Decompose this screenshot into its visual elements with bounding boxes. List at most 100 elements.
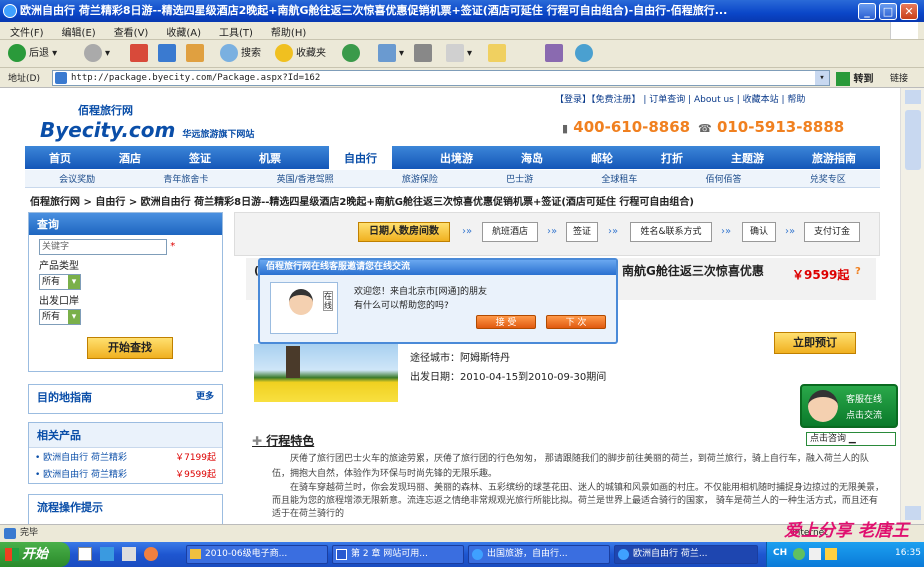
- list-item[interactable]: • 欧洲自由行 荷兰精彩 ￥9599起: [29, 465, 222, 482]
- menu-view[interactable]: 查看(V): [104, 22, 157, 39]
- next-time-button[interactable]: 下 次: [546, 315, 606, 329]
- menu-favorites[interactable]: 收藏(A): [156, 22, 209, 39]
- consult-link[interactable]: 点击咨询 ▁: [806, 432, 896, 446]
- nav-islands[interactable]: 海岛: [521, 150, 543, 166]
- quicklaunch-icon[interactable]: [144, 547, 158, 561]
- print-button[interactable]: [414, 44, 435, 64]
- nav-flights[interactable]: 机票: [259, 150, 281, 166]
- more-link[interactable]: 更多: [196, 389, 214, 402]
- subnav-item[interactable]: 兑奖专区: [810, 172, 846, 185]
- chat-header: 佰程旅行网在线客服邀请您在线交流: [260, 260, 616, 275]
- step-confirm[interactable]: 确认: [742, 222, 776, 242]
- port-select[interactable]: 所有 ▾: [39, 309, 81, 325]
- tray-icon[interactable]: [809, 548, 821, 560]
- subnav-item[interactable]: 全球租车: [601, 172, 637, 185]
- scroll-thumb[interactable]: [905, 110, 921, 170]
- product-price: ￥9599起: [792, 268, 850, 282]
- nav-cruise[interactable]: 邮轮: [591, 150, 613, 166]
- maximize-button[interactable]: □: [879, 3, 897, 20]
- minimize-button[interactable]: _: [858, 3, 876, 20]
- ime-indicator[interactable]: CH: [773, 548, 787, 558]
- nav-hotel[interactable]: 酒店: [119, 150, 141, 166]
- quicklaunch-icon[interactable]: [100, 547, 114, 561]
- port-label: 出发口岸: [39, 296, 79, 307]
- home-icon: [186, 44, 204, 62]
- ie-icon: [618, 549, 629, 560]
- scroll-up-icon[interactable]: [905, 90, 921, 104]
- forward-arrow-icon: [84, 44, 102, 62]
- subnav-item[interactable]: 巴士游: [506, 172, 533, 185]
- taskbar-item-browser[interactable]: 出国旅游，自由行...: [468, 545, 610, 564]
- word-icon: [336, 549, 347, 560]
- tray-icon[interactable]: [793, 548, 805, 560]
- system-tray: CH 16:35: [766, 542, 924, 567]
- messenger-button[interactable]: [575, 44, 596, 64]
- stop-button[interactable]: [130, 44, 151, 64]
- subnav-item[interactable]: 青年旅舍卡: [163, 172, 208, 185]
- nav-outbound[interactable]: 出境游: [440, 150, 473, 166]
- menu-edit[interactable]: 编辑(E): [52, 22, 104, 39]
- subnav-item[interactable]: 英国/香港驾照: [277, 172, 334, 185]
- taskbar-item-active-browser[interactable]: 欧洲自由行 荷兰...: [614, 545, 758, 564]
- online-service-widget[interactable]: 客服在线 点击交流: [800, 384, 898, 428]
- nav-discounts[interactable]: 打折: [661, 150, 683, 166]
- list-item[interactable]: • 欧洲自由行 荷兰精彩 ￥7199起: [29, 448, 222, 465]
- scroll-down-icon[interactable]: [905, 506, 921, 520]
- menu-file[interactable]: 文件(F): [0, 22, 52, 39]
- nav-guide[interactable]: 旅游指南: [812, 150, 856, 166]
- page-scrollbar[interactable]: [900, 88, 924, 524]
- keyword-input[interactable]: 关键字: [39, 239, 167, 255]
- nav-theme[interactable]: 主题游: [731, 150, 764, 166]
- required-mark: *: [170, 241, 176, 252]
- related-products-panel: 相关产品 • 欧洲自由行 荷兰精彩 ￥7199起 • 欧洲自由行 荷兰精彩 ￥959…: [28, 422, 223, 484]
- step-date-people-rooms[interactable]: 日期人数房间数: [358, 222, 450, 242]
- start-button[interactable]: 开始: [0, 542, 70, 567]
- nav-home[interactable]: 首页: [49, 150, 71, 166]
- edit-button[interactable]: ▾: [446, 44, 472, 64]
- refresh-button[interactable]: [158, 44, 179, 64]
- url-input[interactable]: http://package.byecity.com/Package.aspx?…: [52, 70, 830, 86]
- start-search-button[interactable]: 开始查找: [87, 337, 173, 359]
- phone-number-1: ▮ 400-610-8868: [562, 118, 691, 136]
- windows-logo-icon: [890, 22, 918, 39]
- menu-help[interactable]: 帮助(H): [261, 22, 314, 39]
- step-contact-info[interactable]: 姓名&联系方式: [630, 222, 712, 242]
- nav-visa[interactable]: 签证: [189, 150, 211, 166]
- subnav-item[interactable]: 会议奖励: [59, 172, 95, 185]
- home-button[interactable]: [186, 44, 207, 64]
- close-button[interactable]: ✕: [900, 3, 918, 20]
- step-pay-deposit[interactable]: 支付订金: [804, 222, 860, 242]
- step-flight-hotel[interactable]: 航班酒店: [482, 222, 538, 242]
- menu-tools[interactable]: 工具(T): [209, 22, 261, 39]
- destination-guide-panel: 目的地指南 更多: [28, 384, 223, 414]
- accept-chat-button[interactable]: 接 受: [476, 315, 536, 329]
- subnav-item[interactable]: 佰何佰答: [706, 172, 742, 185]
- type-select[interactable]: 所有 ▾: [39, 274, 81, 290]
- subnav-item[interactable]: 旅游保险: [402, 172, 438, 185]
- search-button[interactable]: 搜索: [220, 44, 261, 64]
- tray-icon[interactable]: [825, 548, 837, 560]
- url-dropdown-icon[interactable]: ▾: [815, 71, 829, 85]
- back-button[interactable]: 后退 ▾: [8, 44, 57, 64]
- top-links[interactable]: 【登录】【免费注册】 | 订单查询 | About us | 收藏本站 | 帮助: [555, 92, 805, 105]
- discuss-button[interactable]: [488, 44, 509, 64]
- price-help-icon[interactable]: ?: [855, 266, 861, 277]
- quicklaunch-icon[interactable]: [122, 547, 136, 561]
- quicklaunch-icon[interactable]: [78, 547, 92, 561]
- go-button[interactable]: 转到: [836, 70, 873, 86]
- step-visa[interactable]: 签证: [566, 222, 598, 242]
- chat-greeting: 欢迎您！来自北京市[网通]的朋友: [354, 287, 488, 297]
- address-label: 地址(D): [8, 74, 40, 84]
- nav-independent-travel[interactable]: 自由行: [329, 145, 392, 170]
- site-logo[interactable]: 佰程旅行网 Byecity.com 华远旅游旗下网站: [40, 102, 254, 142]
- favorites-button[interactable]: 收藏夹: [275, 44, 326, 64]
- research-button[interactable]: [545, 44, 566, 64]
- taskbar-item-folder[interactable]: 2010-06级电子商...: [186, 545, 328, 564]
- history-button[interactable]: [342, 44, 363, 64]
- mail-button[interactable]: ▾: [378, 44, 404, 64]
- window-title-bar: 欧洲自由行 荷兰精彩8日游--精选四星级酒店2晚起+南航G舱往返三次惊喜优惠促销…: [0, 0, 924, 22]
- book-now-button[interactable]: 立即预订: [774, 332, 856, 354]
- links-button[interactable]: 链接: [890, 71, 908, 84]
- taskbar-item-word[interactable]: 第 2 章 网站可用...: [332, 545, 464, 564]
- forward-button[interactable]: ▾: [84, 44, 110, 64]
